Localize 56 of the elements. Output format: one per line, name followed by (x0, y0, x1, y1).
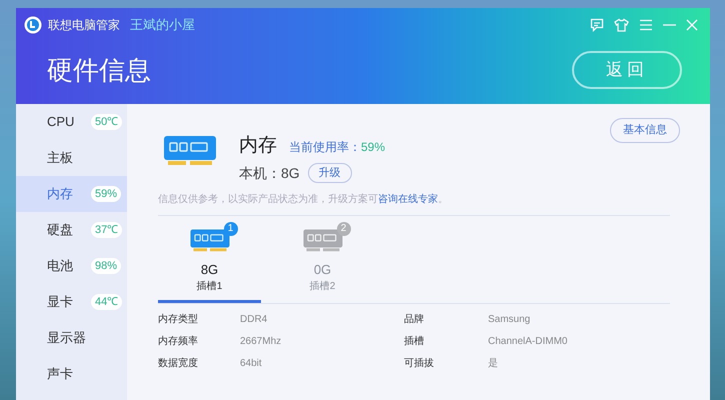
detail-value: 是 (488, 356, 498, 370)
usage-label: 当前使用率：59% (289, 139, 386, 156)
sidebar-label: 电池 (47, 257, 74, 276)
sidebar-item[interactable]: 显示器 (16, 320, 127, 356)
sidebar-item[interactable]: CPU 50℃ (16, 104, 127, 140)
detail-label: 内存频率 (158, 334, 199, 348)
detail-value: DDR4 (240, 312, 268, 326)
sidebar-label: 显示器 (47, 329, 86, 348)
detail-value: ChannelA-DIMM0 (488, 334, 568, 348)
memory-title: 内存 (239, 134, 277, 158)
menu-icon[interactable] (639, 19, 653, 31)
sidebar-label: 内存 (47, 185, 74, 204)
sidebar-label: CPU (47, 113, 76, 132)
page-title: 硬件信息 (47, 54, 151, 86)
detail-label: 可插拔 (404, 356, 435, 370)
sidebar-label: 声卡 (47, 365, 74, 384)
memory-icon (163, 134, 217, 166)
slot-number-badge: 1 (224, 222, 238, 236)
basic-info-button[interactable]: 基本信息 (610, 118, 680, 143)
user-name: 王斌的小屋 (130, 16, 195, 34)
slot-label: 插槽2 (310, 280, 336, 294)
sidebar-item[interactable]: 硬盘 37℃ (16, 212, 127, 248)
slot-size: 8G (200, 260, 218, 278)
sidebar-badge: 37℃ (91, 222, 122, 238)
sidebar-badge: 98% (91, 258, 122, 274)
logo-icon (24, 16, 42, 34)
detail-label: 内存类型 (158, 312, 199, 326)
detail-value: 64bit (240, 356, 263, 370)
shirt-icon[interactable] (614, 18, 629, 32)
sidebar-item[interactable]: 主板 (16, 140, 127, 176)
app-name: 联想电脑管家 (48, 17, 120, 34)
sidebar-badge: 50℃ (91, 114, 122, 130)
sidebar-label: 显卡 (47, 293, 74, 312)
capacity-text: 本机：8G (239, 164, 300, 182)
upgrade-button[interactable]: 升级 (308, 163, 352, 183)
expert-link[interactable]: 咨询在线专家 (378, 194, 438, 204)
slot-size: 0G (314, 260, 332, 278)
close-icon[interactable] (686, 19, 698, 31)
sidebar-badge: 44℃ (91, 294, 122, 310)
sidebar-item[interactable]: 声卡 (16, 356, 127, 392)
minimize-icon[interactable] (663, 23, 676, 27)
slot-tab[interactable]: 1 8G 插槽1 (158, 216, 261, 303)
info-note: 信息仅供参考，以实际产品状态为准，升级方案可咨询在线专家。 (158, 192, 449, 206)
slot-label: 插槽1 (196, 280, 222, 294)
sidebar-label: 主板 (47, 149, 74, 168)
detail-label: 插槽 (404, 334, 425, 348)
slot-number-badge: 2 (336, 222, 350, 236)
detail-value: Samsung (488, 312, 530, 326)
sidebar-label: 硬盘 (47, 221, 74, 240)
sidebar-item[interactable]: 电池 98% (16, 248, 127, 284)
detail-label: 品牌 (404, 312, 425, 326)
feedback-icon[interactable] (590, 18, 604, 32)
sidebar-item[interactable]: 显卡 44℃ (16, 284, 127, 320)
sidebar-badge: 59% (91, 186, 122, 202)
detail-value: 2667Mhz (240, 334, 282, 348)
detail-label: 数据宽度 (158, 356, 199, 370)
